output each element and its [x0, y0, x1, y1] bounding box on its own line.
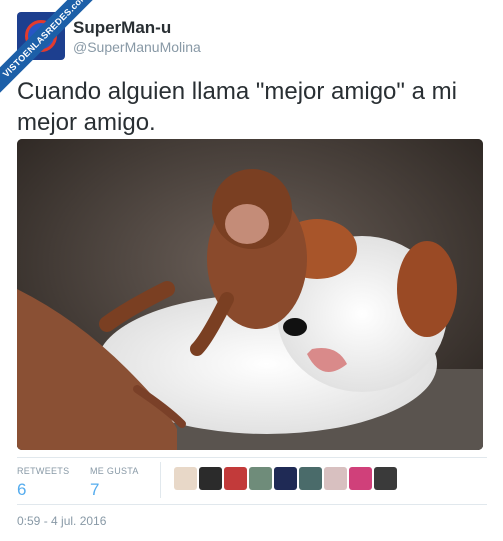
liker-avatar[interactable] — [374, 467, 397, 490]
liker-avatars — [174, 467, 397, 490]
tweet-text: Cuando alguien llama "mejor amigo" a mi … — [17, 78, 457, 136]
liker-avatar[interactable] — [349, 467, 372, 490]
stats-divider-top — [17, 457, 487, 458]
liker-avatar[interactable] — [199, 467, 222, 490]
likes-count: 7 — [90, 480, 100, 499]
retweets-count: 6 — [17, 480, 27, 499]
display-name[interactable]: SuperMan-u — [73, 18, 171, 38]
tweet-photo[interactable] — [17, 139, 483, 450]
likes-label: ME GUSTA — [90, 466, 139, 476]
monkey-and-puppy-image — [17, 139, 483, 450]
liker-avatar[interactable] — [274, 467, 297, 490]
tweet-timestamp[interactable]: 0:59 - 4 jul. 2016 — [17, 514, 106, 528]
likes-stat[interactable]: ME GUSTA 7 — [90, 466, 139, 500]
liker-avatar[interactable] — [224, 467, 247, 490]
liker-avatar[interactable] — [324, 467, 347, 490]
retweets-stat[interactable]: RETWEETS 6 — [17, 466, 69, 500]
tweet-card: SuperMan-u @SuperManuMolina Cuando algui… — [0, 0, 503, 541]
stats-divider-bottom — [17, 504, 487, 505]
retweets-label: RETWEETS — [17, 466, 70, 476]
liker-avatar[interactable] — [174, 467, 197, 490]
liker-avatar[interactable] — [299, 467, 322, 490]
stats-separator — [160, 462, 161, 498]
liker-avatar[interactable] — [249, 467, 272, 490]
user-handle[interactable]: @SuperManuMolina — [73, 39, 201, 55]
